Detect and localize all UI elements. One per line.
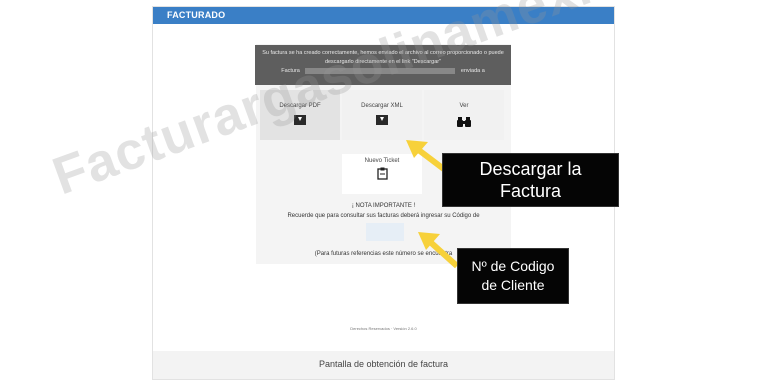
header-bar: FACTURADO <box>153 7 614 24</box>
callout-codigo-line2: de Cliente <box>481 277 545 293</box>
download-pdf-label: Descargar PDF <box>279 103 321 109</box>
client-code-box <box>366 223 404 241</box>
callout-codigo: Nº de Codigo de Cliente <box>457 248 569 304</box>
notice-line2: descargarlo directamente en el link "Des… <box>324 59 442 65</box>
footer-note: Derechos Reservados · Versión 2.6.0 <box>350 326 417 331</box>
redacted-block <box>305 67 456 74</box>
notice-line1: Su factura se ha creado correctamente, h… <box>262 50 504 56</box>
notice-factura: Factura <box>281 68 300 74</box>
notice-line3: Factura enviada a <box>255 67 511 76</box>
callout-codigo-line1: Nº de Codigo <box>471 258 555 274</box>
download-icon <box>376 115 388 125</box>
notice-enviada: enviada a <box>460 68 485 74</box>
download-xml-label: Descargar XML <box>361 103 403 109</box>
download-icon <box>294 115 306 125</box>
view-label: Ver <box>459 103 469 109</box>
download-pdf-button[interactable]: Descargar PDF <box>260 90 340 140</box>
callout-descargar-line1: Descargar la <box>479 159 582 179</box>
header-title: FACTURADO <box>167 10 226 20</box>
binoculars-icon <box>457 115 471 133</box>
callout-descargar-line2: Factura <box>499 181 562 201</box>
callout-descargar: Descargar la Factura <box>442 153 619 207</box>
caption: Pantalla de obtención de factura <box>318 359 449 369</box>
success-notice: Su factura se ha creado correctamente, h… <box>255 45 511 85</box>
note-text: Recuerde que para consultar sus facturas… <box>287 213 480 219</box>
arrow-to-code <box>418 232 460 269</box>
clipboard-icon <box>376 167 388 185</box>
